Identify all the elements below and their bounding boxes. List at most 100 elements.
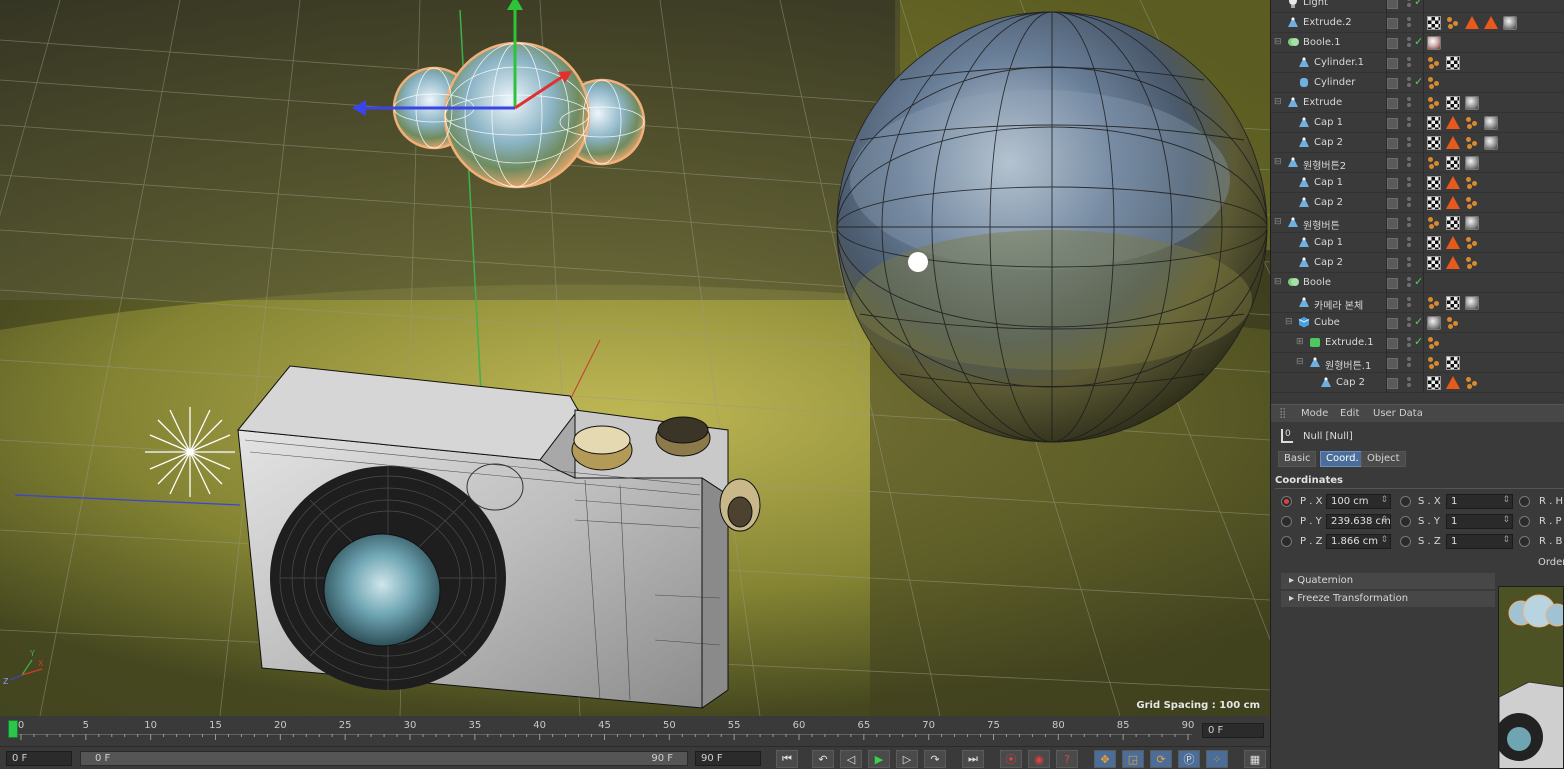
enabled-check-icon[interactable]: ✓ (1414, 75, 1423, 88)
object-row[interactable]: ⊟ Boole.1 ✓ (1271, 33, 1564, 53)
range-slider[interactable]: 0 F 90 F (80, 751, 688, 766)
texture-tag-icon[interactable] (1446, 216, 1460, 230)
go-to-end-button[interactable]: ⏭ (962, 750, 984, 768)
tree-toggle-icon[interactable]: ⊟ (1296, 357, 1304, 367)
rh-key-radio[interactable] (1519, 496, 1530, 507)
object-row[interactable]: ⊟ Boole ✓ (1271, 273, 1564, 293)
record-keyframe-button[interactable]: ⦿ (1000, 750, 1022, 768)
texture-tag-icon[interactable] (1427, 16, 1441, 30)
phong-tag-icon[interactable] (1465, 16, 1479, 29)
material-tag-icon[interactable] (1427, 36, 1441, 50)
visibility-dots[interactable] (1406, 56, 1412, 70)
material-tag-icon[interactable] (1484, 116, 1498, 130)
rp-key-radio[interactable] (1519, 516, 1530, 527)
layer-color-swatch[interactable] (1387, 118, 1398, 129)
object-row[interactable]: ⊟ 원형버튼2 (1271, 153, 1564, 173)
sy-key-radio[interactable] (1400, 516, 1411, 527)
object-name[interactable]: Boole.1 (1303, 37, 1341, 48)
display-tag-icon[interactable] (1465, 236, 1479, 250)
display-tag-icon[interactable] (1446, 16, 1460, 30)
display-tag-icon[interactable] (1427, 336, 1441, 350)
object-row[interactable]: Cap 2 (1271, 253, 1564, 273)
layer-color-swatch[interactable] (1387, 218, 1398, 229)
object-row[interactable]: ⊞ Extrude.1 ✓ (1271, 333, 1564, 353)
visibility-dots[interactable] (1406, 296, 1412, 310)
texture-tag-icon[interactable] (1427, 376, 1441, 390)
move-key-button[interactable]: ✥ (1094, 750, 1116, 768)
sz-key-radio[interactable] (1400, 536, 1411, 547)
display-tag-icon[interactable] (1427, 296, 1441, 310)
timeline-ruler[interactable]: 0 5 10 15 20 25 30 35 40 45 50 55 60 65 70 75 80 85 90 0 F (0, 716, 1270, 746)
object-row[interactable]: ⊟ 원형버튼 (1271, 213, 1564, 233)
object-row[interactable]: ⊟ 원형버튼.1 (1271, 353, 1564, 373)
viewport-3d[interactable]: Y X Z Grid Spacing : 100 cm (0, 0, 1270, 716)
object-name[interactable]: Cap 2 (1336, 377, 1365, 388)
layer-color-swatch[interactable] (1387, 358, 1398, 369)
object-name[interactable]: Boole (1303, 277, 1331, 288)
layer-color-swatch[interactable] (1387, 338, 1398, 349)
object-name[interactable]: 원형버튼2 (1303, 157, 1346, 172)
texture-tag-icon[interactable] (1446, 356, 1460, 370)
enabled-check-icon[interactable]: ✓ (1414, 275, 1423, 288)
material-tag-icon[interactable] (1503, 16, 1517, 30)
enabled-check-icon[interactable]: ✓ (1414, 35, 1423, 48)
rb-key-radio[interactable] (1519, 536, 1530, 547)
layer-color-swatch[interactable] (1387, 78, 1398, 89)
material-tag-icon[interactable] (1484, 136, 1498, 150)
quaternion-fold[interactable]: ▸ Quaternion (1281, 573, 1495, 589)
object-name[interactable]: Cylinder.1 (1314, 57, 1364, 68)
object-row[interactable]: ⊟ Cube ✓ (1271, 313, 1564, 333)
layer-color-swatch[interactable] (1387, 138, 1398, 149)
display-tag-icon[interactable] (1465, 116, 1479, 130)
texture-tag-icon[interactable] (1446, 156, 1460, 170)
object-name[interactable]: Cap 2 (1314, 257, 1343, 268)
texture-tag-icon[interactable] (1427, 136, 1441, 150)
phong-tag-icon[interactable] (1446, 136, 1460, 149)
object-name[interactable]: Cylinder (1314, 77, 1355, 88)
object-row[interactable]: Cylinder ✓ (1271, 73, 1564, 93)
phong-tag-icon[interactable] (1446, 236, 1460, 249)
sx-field[interactable]: 1 (1446, 494, 1513, 509)
layer-color-swatch[interactable] (1387, 18, 1398, 29)
texture-tag-icon[interactable] (1427, 116, 1441, 130)
layer-color-swatch[interactable] (1387, 278, 1398, 289)
object-name[interactable]: 카메라 본체 (1314, 297, 1363, 312)
py-field[interactable]: 239.638 cm (1326, 514, 1391, 529)
object-name[interactable]: Cap 1 (1314, 237, 1343, 248)
tree-toggle-icon[interactable]: ⊟ (1274, 97, 1282, 107)
pla-key-button[interactable]: ⁘ (1206, 750, 1228, 768)
display-tag-icon[interactable] (1465, 176, 1479, 190)
object-name[interactable]: Cube (1314, 317, 1340, 328)
object-name[interactable]: Cap 2 (1314, 197, 1343, 208)
texture-tag-icon[interactable] (1446, 96, 1460, 110)
sy-field[interactable]: 1 (1446, 514, 1513, 529)
layer-color-swatch[interactable] (1387, 178, 1398, 189)
light-gizmo[interactable] (145, 407, 235, 497)
tree-toggle-icon[interactable]: ⊟ (1274, 37, 1282, 47)
start-frame-field[interactable]: 0 F (6, 751, 72, 766)
layer-color-swatch[interactable] (1387, 318, 1398, 329)
texture-tag-icon[interactable] (1427, 196, 1441, 210)
layer-color-swatch[interactable] (1387, 0, 1398, 9)
py-key-radio[interactable] (1281, 516, 1292, 527)
sz-field[interactable]: 1 (1446, 534, 1513, 549)
texture-tag-icon[interactable] (1446, 56, 1460, 70)
texture-tag-icon[interactable] (1446, 296, 1460, 310)
object-name[interactable]: Light (1303, 0, 1328, 8)
scene-render[interactable]: Y X Z (0, 0, 1270, 716)
display-tag-icon[interactable] (1465, 376, 1479, 390)
param-key-button[interactable]: Ⓟ (1178, 750, 1200, 768)
menu-user-data[interactable]: User Data (1373, 408, 1423, 419)
display-tag-icon[interactable] (1465, 136, 1479, 150)
reflective-sphere[interactable] (836, 11, 1268, 443)
display-tag-icon[interactable] (1427, 56, 1441, 70)
visibility-dots[interactable] (1406, 356, 1412, 370)
px-field[interactable]: 100 cm (1326, 494, 1391, 509)
phong-tag-icon[interactable] (1446, 176, 1460, 189)
display-tag-icon[interactable] (1427, 76, 1441, 90)
material-tag-icon[interactable] (1427, 316, 1441, 330)
phong-tag-icon[interactable] (1446, 116, 1460, 129)
enabled-check-icon[interactable]: ✓ (1414, 335, 1423, 348)
object-row[interactable]: Cap 2 (1271, 373, 1564, 393)
display-tag-icon[interactable] (1427, 156, 1441, 170)
